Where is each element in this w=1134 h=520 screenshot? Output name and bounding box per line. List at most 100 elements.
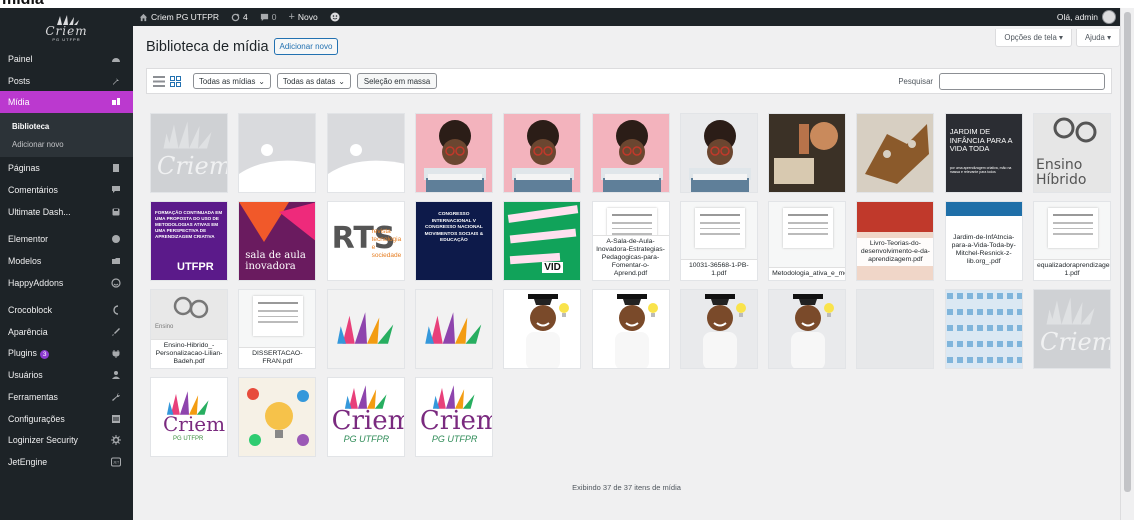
my-account[interactable]: Olá, admin [1057, 10, 1120, 24]
sidebar-item-happyaddons[interactable]: HappyAddons [0, 272, 133, 294]
document-title: Ensino-Hibrido_-Personalizacao-Lilian-Ba… [151, 339, 227, 368]
sidebar-item-label: Ferramentas [8, 392, 58, 403]
sidebar-item-coment-rios[interactable]: Comentários [0, 179, 133, 201]
sidebar-item-label: HappyAddons [8, 277, 64, 288]
media-item-document[interactable]: Livro-Teorias-do-desenvolvimento-e-da-ap… [856, 201, 935, 281]
media-item-photo-boy[interactable] [591, 289, 670, 369]
scrollbar-thumb[interactable] [1124, 12, 1131, 492]
media-item-photo-girl[interactable] [503, 113, 582, 193]
media-item-photo-boy[interactable] [503, 289, 582, 369]
view-switch [153, 75, 181, 87]
media-item-criem-logo[interactable]: Criem PG UTFPR [150, 377, 228, 457]
chevron-down-icon: ⌄ [338, 76, 345, 86]
updates-link[interactable]: 4 [225, 8, 254, 26]
media-item-leaves-logo[interactable] [326, 289, 405, 369]
sidebar-item-modelos[interactable]: Modelos [0, 250, 133, 272]
media-item-photo-girl[interactable] [679, 113, 758, 193]
media-item-document[interactable]: Metodologia_ativa_e_movimento_CTS_no_ens… [768, 201, 847, 281]
media-item-logo-watermark[interactable]: Criem [1033, 289, 1111, 369]
site-name-link[interactable]: Criem PG UTFPR [133, 8, 225, 26]
sidebar-item-elementor[interactable]: Elementor [0, 228, 133, 250]
sidebar-item-p-ginas[interactable]: Páginas [0, 157, 133, 179]
comments-link[interactable]: 0 [254, 8, 283, 26]
media-item-document[interactable]: 10031-36568-1-PB-1.pdf [679, 201, 758, 281]
media-item-book-cover[interactable]: JARDIM DE INFÂNCIA PARA A VIDA TODA por u… [944, 113, 1023, 193]
comment-icon [111, 185, 121, 195]
media-item-ensino-cover[interactable]: Ensino Híbrido [1033, 113, 1111, 193]
media-item-idea-illustration[interactable] [238, 377, 317, 457]
grid-view-icon[interactable] [170, 75, 181, 87]
utfpr-logo-text: UTFPR [177, 261, 214, 273]
media-item-document[interactable]: equalizadoraprendizagemcriativa-1.pdf [1033, 201, 1111, 281]
brush-icon [111, 327, 121, 337]
media-item-formacao-cover[interactable]: FORMAÇÃO CONTINUADA EM UMA PROPOSTA DO U… [150, 201, 228, 281]
search-input[interactable] [939, 72, 1105, 90]
admin-sidebar: Criem PG UTFPR Painel Posts Mídia Bibliotec… [0, 8, 133, 520]
sidebar-item-usu-rios[interactable]: Usuários [0, 365, 133, 387]
media-item-document[interactable]: Jardim-de-InfAtncia-para-a-Vida-Toda-by-… [944, 201, 1023, 281]
svg-text:JET: JET [113, 461, 120, 465]
media-item-rts-logo[interactable]: RTS revista tecnologia e sociedade [326, 201, 405, 281]
new-content-link[interactable]: + Novo [282, 8, 323, 26]
media-item-placeholder[interactable] [326, 113, 405, 193]
media-item-placeholder[interactable] [238, 113, 317, 193]
media-item-photo-cardboard[interactable] [856, 113, 935, 193]
media-item-photo-boy[interactable] [768, 289, 847, 369]
media-item-blank[interactable] [856, 289, 935, 369]
media-item-document[interactable]: A-Sala-de-Aula-Inovadora-Estrategias-Ped… [591, 201, 670, 281]
help-button[interactable]: Ajuda ▾ [1075, 29, 1120, 47]
caret-down-icon: ▾ [1059, 33, 1063, 42]
add-new-button[interactable]: Adicionar novo [273, 38, 339, 55]
sidebar-item-ferramentas[interactable]: Ferramentas [0, 386, 133, 408]
sidebar-item-jetengine[interactable]: JetEngine JET [0, 451, 133, 473]
date-filter[interactable]: Todas as datas ⌄ [276, 73, 351, 89]
sidebar-item-label: Modelos [8, 255, 42, 266]
sidebar-item-crocoblock[interactable]: Crocoblock [0, 300, 133, 322]
site-logo[interactable]: Criem PG UTFPR [0, 8, 133, 48]
home-icon [139, 13, 148, 21]
croco-icon [111, 305, 121, 316]
sidebar-item-plugins[interactable]: Plugins 3 [0, 343, 133, 365]
sidebar-item-posts[interactable]: Posts [0, 70, 133, 92]
media-item-photo-boy[interactable] [679, 289, 758, 369]
media-item-green-notes[interactable]: VID [503, 201, 582, 281]
document-title: A-Sala-de-Aula-Inovadora-Estrategias-Ped… [592, 235, 669, 280]
gear-icon [111, 435, 121, 446]
media-item-sala-cover[interactable]: sala de aula inovadora [238, 201, 317, 281]
page-scrollbar[interactable] [1120, 8, 1134, 520]
plus-icon: + [288, 11, 295, 23]
media-item-criem-logo-large[interactable]: Criem PG UTFPR [326, 377, 405, 457]
screen-options-button[interactable]: Opções de tela ▾ [995, 29, 1072, 47]
sidebar-item-painel[interactable]: Painel [0, 48, 133, 70]
sidebar-item-m-dia[interactable]: Mídia [0, 91, 133, 114]
submenu-item-adicionar-novo[interactable]: Adicionar novo [0, 135, 133, 153]
media-item-pattern[interactable] [944, 289, 1023, 369]
admin-menu: Painel Posts Mídia Biblioteca Adicionar novo… [0, 48, 133, 473]
media-item-photo-girl[interactable] [414, 113, 493, 193]
elementor-bar-link[interactable] [324, 8, 346, 26]
media-item-leaves-logo[interactable] [414, 289, 493, 369]
page-icon [111, 163, 121, 173]
sidebar-item-configura-es[interactable]: Configurações [0, 408, 133, 430]
sidebar-item-apar-ncia[interactable]: Aparência [0, 321, 133, 343]
sidebar-item-ultimate-dash[interactable]: Ultimate Dash... [0, 201, 133, 223]
media-type-filter[interactable]: Todas as mídias ⌄ [193, 73, 271, 89]
media-item-photo-girl[interactable] [591, 113, 670, 193]
sidebar-item-label: Loginizer Security [8, 435, 78, 446]
media-item-photo-workshop[interactable] [768, 113, 847, 193]
list-view-icon[interactable] [153, 75, 165, 87]
media-item-congresso-cover[interactable]: CONGRESSO INTERNACIONAL V CONGRESSO NACI… [414, 201, 493, 281]
media-item-logo-watermark[interactable]: Criem [150, 113, 228, 193]
media-item-criem-logo-large[interactable]: Criem PG UTFPR [414, 377, 493, 457]
user-icon [111, 370, 121, 380]
media-item-document[interactable]: Ensino Ensino-Hibrido_-Personalizacao-Lil… [150, 289, 228, 369]
sidebar-item-loginizer-security[interactable]: Loginizer Security [0, 430, 133, 452]
bulk-select-button[interactable]: Seleção em massa [356, 73, 438, 89]
jardim-subtitle-text: por uma aprendizagem criativa, mão na ma… [949, 166, 1012, 174]
gauge-icon [111, 54, 121, 64]
sidebar-item-label: Ultimate Dash... [8, 206, 71, 217]
submenu-item-biblioteca[interactable]: Biblioteca [0, 117, 133, 135]
site-name: Criem PG UTFPR [151, 12, 219, 22]
media-item-document[interactable]: DISSERTACAO-FRAN.pdf [238, 289, 317, 369]
screen-meta-links: Opções de tela ▾ Ajuda ▾ [995, 29, 1120, 47]
